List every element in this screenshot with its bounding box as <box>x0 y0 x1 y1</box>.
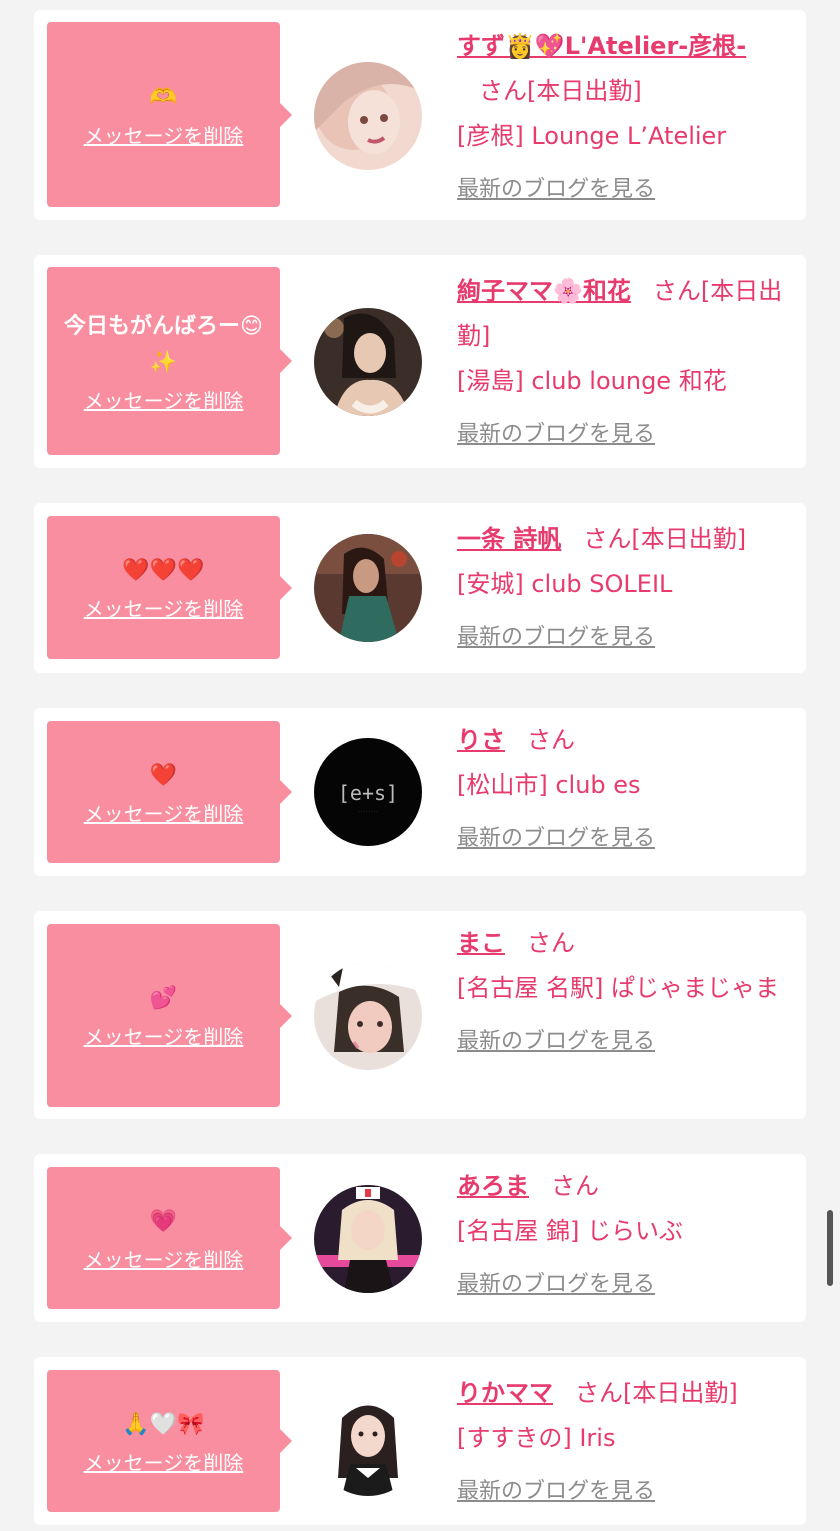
cast-info: りさ さん [松山市] club es 最新のブログを見る <box>457 718 788 861</box>
message-text: 今日もがんばろー😊✨ <box>64 313 263 375</box>
scrollbar-thumb[interactable] <box>827 1210 833 1286</box>
message-text: 💕 <box>149 986 178 1011</box>
cast-name-link[interactable]: すず👸💖L'Atelier-彦根- <box>457 32 746 60</box>
latest-blog-link[interactable]: 最新のブログを見る <box>457 1019 655 1064</box>
message-bubble: ❤️ メッセージを削除 <box>47 721 292 863</box>
cast-name-link[interactable]: りかママ <box>457 1379 553 1407</box>
cast-info: 絢子ママ🌸和花 さん[本日出勤] [湯島] club lounge 和花 最新のブ… <box>457 269 788 457</box>
cast-name-link[interactable]: あろま <box>457 1172 529 1200</box>
avatar[interactable]: [e+s] . . . . . . . . <box>314 738 422 846</box>
honorific: さん <box>575 1379 623 1407</box>
delete-message-link[interactable]: メッセージを削除 <box>84 120 244 149</box>
message-card: 💕 メッセージを削除 まこ さん [名古屋 名駅] ぱじゃまじゃま 最新のブログを… <box>34 911 806 1119</box>
avatar[interactable] <box>314 534 422 642</box>
cast-name-link[interactable]: 一条 詩帆 <box>457 525 561 553</box>
cast-info: あろま さん [名古屋 錦] じらいぶ 最新のブログを見る <box>457 1164 788 1307</box>
avatar[interactable] <box>314 62 422 170</box>
cast-info: まこ さん [名古屋 名駅] ぱじゃまじゃま 最新のブログを見る <box>457 921 788 1064</box>
message-card: 今日もがんばろー😊✨ メッセージを削除 絢子ママ🌸和花 さん[本日出勤] [湯島]… <box>34 255 806 468</box>
message-text: ❤️❤️❤️ <box>122 558 205 583</box>
avatar[interactable] <box>314 962 422 1070</box>
shop-name: [安城] club SOLEIL <box>457 570 673 598</box>
honorific: さん <box>527 929 575 957</box>
message-card: ❤️❤️❤️ メッセージを削除 一条 詩帆 さん[本日出勤] [安城] club … <box>34 503 806 673</box>
shop-name: [彦根] Lounge L’Atelier <box>457 122 727 150</box>
latest-blog-link[interactable]: 最新のブログを見る <box>457 1469 655 1514</box>
honorific: さん <box>583 525 632 553</box>
status-badge: [本日出勤] <box>623 1379 738 1407</box>
message-text: 🙏🤍🎀 <box>122 1411 205 1437</box>
message-text: 💗 <box>149 1208 178 1234</box>
message-bubble: 🫶 メッセージを削除 <box>47 22 292 207</box>
latest-blog-link[interactable]: 最新のブログを見る <box>457 615 655 660</box>
delete-message-link[interactable]: メッセージを削除 <box>84 1244 244 1273</box>
message-card: ❤️ メッセージを削除 [e+s] . . . . . . . . りさ さん [松… <box>34 708 806 876</box>
message-bubble: 💗 メッセージを削除 <box>47 1167 292 1309</box>
cast-info: りかママ さん[本日出勤] [すすきの] Iris 最新のブログを見る <box>457 1371 788 1514</box>
cast-name-link[interactable]: まこ <box>457 929 505 957</box>
message-card: 🙏🤍🎀 メッセージを削除 りかママ さん[本日出勤] [すすきの] Iris 最新… <box>34 1357 806 1525</box>
svg-text:. . . . . . . .: . . . . . . . . <box>358 808 377 813</box>
message-text: ❤️ <box>149 762 178 788</box>
honorific: さん <box>551 1172 599 1200</box>
delete-message-link[interactable]: メッセージを削除 <box>84 1447 244 1476</box>
cast-name-link[interactable]: 絢子ママ🌸和花 <box>457 277 631 305</box>
shop-name: [名古屋 名駅] ぱじゃまじゃま <box>457 974 779 1002</box>
status-badge: [本日出勤] <box>527 77 642 105</box>
shop-name: [名古屋 錦] じらいぶ <box>457 1217 683 1245</box>
cast-info: すず👸💖L'Atelier-彦根- さん[本日出勤] [彦根] Lounge L’… <box>457 24 788 212</box>
avatar[interactable] <box>314 308 422 416</box>
message-card: 💗 メッセージを削除 あろま さん [名古屋 錦] じらいぶ 最新のブログを見る <box>34 1154 806 1322</box>
latest-blog-link[interactable]: 最新のブログを見る <box>457 816 655 861</box>
message-bubble: 🙏🤍🎀 メッセージを削除 <box>47 1370 292 1512</box>
latest-blog-link[interactable]: 最新のブログを見る <box>457 1262 655 1307</box>
honorific: さん <box>527 726 575 754</box>
delete-message-link[interactable]: メッセージを削除 <box>84 385 244 414</box>
shop-name: [松山市] club es <box>457 771 641 799</box>
message-bubble: ❤️❤️❤️ メッセージを削除 <box>47 516 292 659</box>
avatar[interactable] <box>314 1388 422 1496</box>
shop-name: [すすきの] Iris <box>457 1424 616 1452</box>
message-card: 🫶 メッセージを削除 すず👸💖L'Atelier-彦根- さん[本日出勤] [彦根… <box>34 10 806 220</box>
cast-name-link[interactable]: りさ <box>457 726 505 754</box>
delete-message-link[interactable]: メッセージを削除 <box>84 1021 244 1050</box>
message-bubble: 今日もがんばろー😊✨ メッセージを削除 <box>47 267 292 455</box>
message-text: 🫶 <box>149 85 178 110</box>
honorific: さん <box>652 277 701 305</box>
honorific: さん <box>479 77 527 105</box>
status-badge: [本日出勤] <box>631 525 747 553</box>
delete-message-link[interactable]: メッセージを削除 <box>84 593 244 622</box>
message-bubble: 💕 メッセージを削除 <box>47 924 292 1107</box>
avatar-logo-text: [e+s] <box>338 781 398 805</box>
latest-blog-link[interactable]: 最新のブログを見る <box>457 167 655 212</box>
cast-info: 一条 詩帆 さん[本日出勤] [安城] club SOLEIL 最新のブログを見る <box>457 517 788 660</box>
shop-name: [湯島] club lounge 和花 <box>457 367 727 395</box>
delete-message-link[interactable]: メッセージを削除 <box>84 798 244 827</box>
latest-blog-link[interactable]: 最新のブログを見る <box>457 412 655 457</box>
avatar[interactable] <box>314 1185 422 1293</box>
